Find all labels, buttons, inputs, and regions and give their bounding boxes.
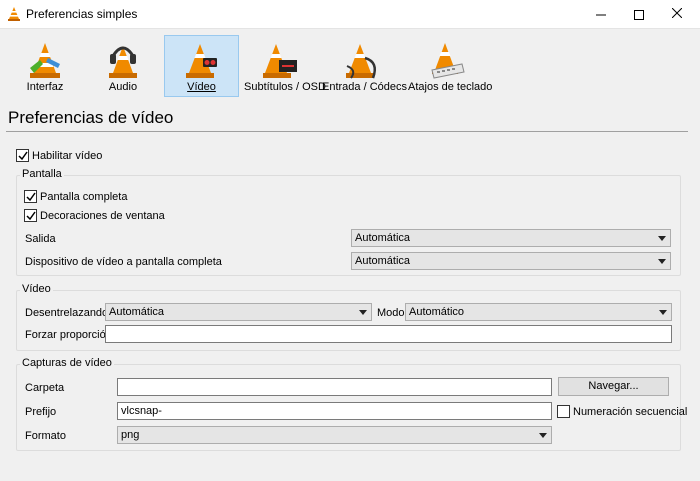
tab-atajos-teclado[interactable]: Atajos de teclado [407, 35, 493, 97]
video-group-title: Vídeo [20, 283, 53, 295]
fs-device-select-value: Automática [355, 255, 411, 267]
window-decorations-label: Decoraciones de ventana [40, 210, 165, 222]
cone-headphones-icon [104, 40, 142, 83]
window-decorations-checkbox[interactable] [24, 209, 37, 222]
chevron-down-icon [539, 433, 547, 438]
fullscreen-checkbox[interactable] [24, 190, 37, 203]
deinterlace-label: Desentrelazando [25, 307, 109, 319]
deinterlace-select[interactable]: Automática [105, 303, 372, 321]
fullscreen-label: Pantalla completa [40, 191, 128, 203]
mode-select-value: Automático [409, 306, 465, 318]
close-icon [671, 7, 683, 21]
tab-video-label: Vídeo [187, 81, 216, 93]
chevron-down-icon [658, 236, 666, 241]
page-title: Preferencias de vídeo [8, 108, 174, 127]
aspect-label: Forzar proporción [25, 329, 112, 341]
output-select[interactable]: Automática [351, 229, 671, 247]
browse-button[interactable]: Navegar... [558, 377, 669, 396]
snapshots-group-title: Capturas de vídeo [20, 357, 114, 369]
aspect-input[interactable] [105, 325, 672, 343]
format-label: Formato [25, 430, 66, 442]
tab-entrada-codecs[interactable]: Entrada / Códecs [321, 35, 407, 97]
tab-subtitulos-label: Subtítulos / OSD [244, 81, 326, 93]
tab-audio-label: Audio [108, 81, 138, 93]
format-select[interactable]: png [117, 426, 552, 444]
tab-entrada-label: Entrada / Códecs [322, 81, 407, 93]
window-title: Preferencias simples [26, 7, 138, 21]
sequential-numbering-label: Numeración secuencial [573, 406, 688, 418]
tab-subtitulos-osd[interactable]: Subtítulos / OSD [243, 35, 326, 97]
deinterlace-select-value: Automática [109, 306, 165, 318]
pantalla-group-title: Pantalla [20, 168, 64, 180]
tab-interfaz-label: Interfaz [26, 81, 64, 93]
tab-video[interactable]: Vídeo [164, 35, 239, 97]
close-button[interactable] [654, 0, 700, 29]
sequential-numbering-checkbox[interactable] [557, 405, 570, 418]
cone-keyboard-icon [428, 40, 466, 83]
fs-device-label: Dispositivo de vídeo a pantalla completa [25, 256, 222, 268]
tab-atajos-label: Atajos de teclado [408, 81, 493, 93]
chevron-down-icon [658, 259, 666, 264]
format-select-value: png [121, 429, 140, 441]
cone-interface-icon [26, 40, 64, 83]
chevron-down-icon [659, 310, 667, 315]
prefix-input[interactable]: vlcsnap- [117, 402, 552, 420]
title-divider [6, 131, 688, 132]
chevron-down-icon [359, 310, 367, 315]
fs-device-select[interactable]: Automática [351, 252, 671, 270]
output-label: Salida [25, 233, 56, 245]
prefix-label: Prefijo [25, 406, 57, 418]
cone-video-icon [183, 40, 221, 83]
title-bar: Preferencias simples [0, 0, 700, 29]
folder-label: Carpeta [25, 382, 65, 394]
vlc-cone-icon [6, 6, 22, 25]
tab-audio[interactable]: Audio [86, 35, 160, 97]
tab-interfaz[interactable]: Interfaz [8, 35, 82, 97]
category-toolbar: Interfaz Audio Vídeo Subtítulos / OSD En… [0, 29, 700, 101]
mode-select[interactable]: Automático [405, 303, 672, 321]
cone-subtitles-icon [261, 40, 299, 83]
enable-video-label: Habilitar vídeo [32, 150, 103, 162]
cone-cable-icon [343, 40, 381, 83]
mode-label: Modo [377, 307, 405, 319]
output-select-value: Automática [355, 232, 411, 244]
folder-input[interactable] [117, 378, 552, 396]
enable-video-checkbox[interactable] [16, 149, 29, 162]
